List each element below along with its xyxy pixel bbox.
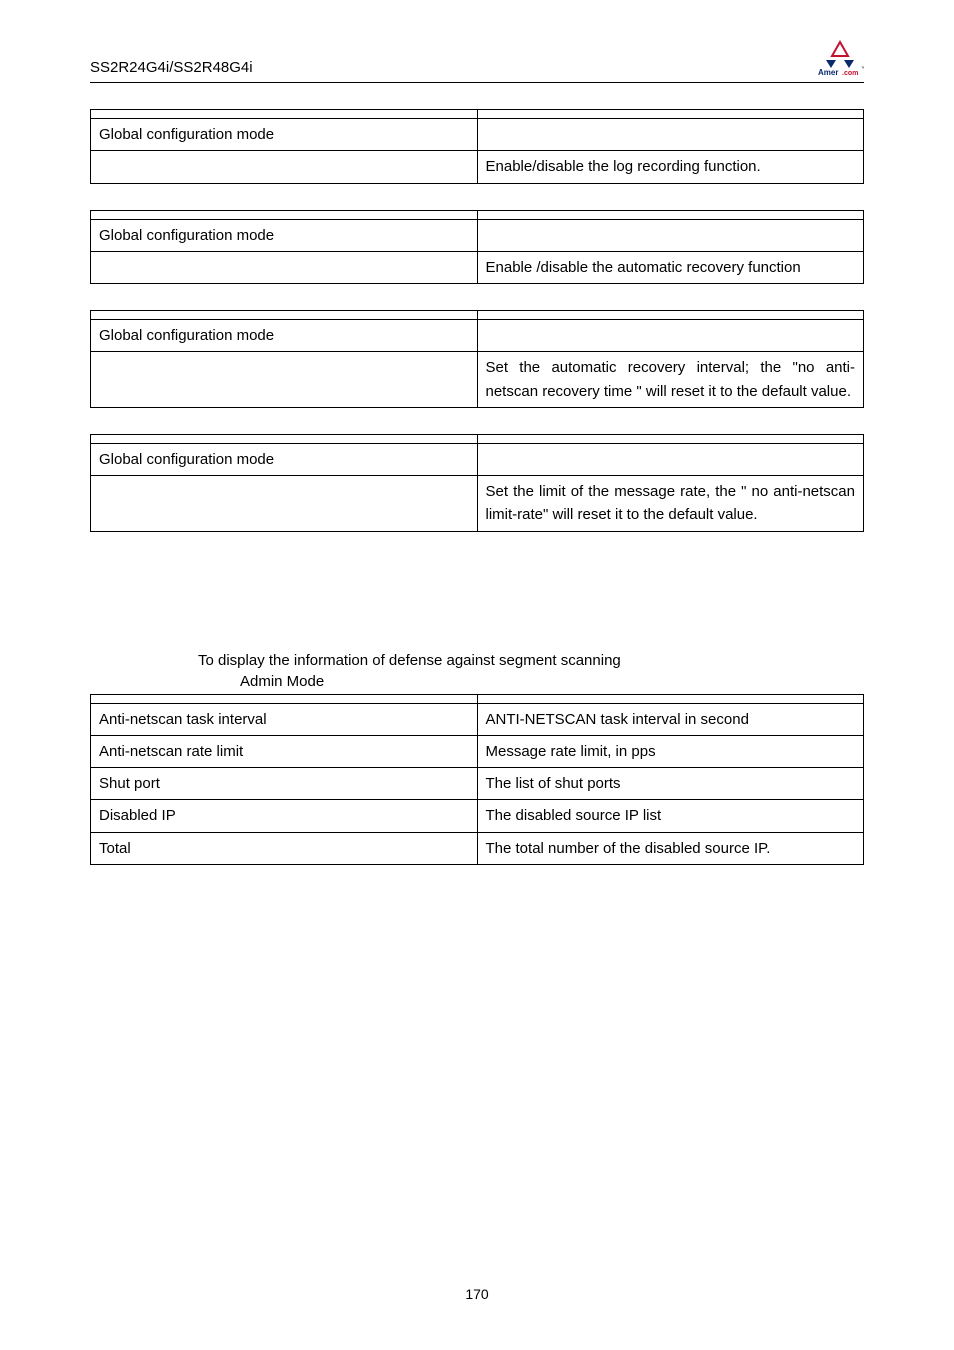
- info-line-1: To display the information of defense ag…: [90, 652, 864, 669]
- cell: [91, 311, 478, 320]
- table-row: [91, 694, 864, 703]
- table-row: [91, 311, 864, 320]
- info-line-2: Admin Mode: [90, 673, 864, 690]
- logo-suffix-text: .com: [842, 70, 858, 76]
- cell: The list of shut ports: [477, 768, 864, 800]
- table-row: Shut port The list of shut ports: [91, 768, 864, 800]
- cell: ANTI-NETSCAN task interval in second: [477, 703, 864, 735]
- info-block: To display the information of defense ag…: [90, 652, 864, 690]
- table-row: Disabled IP The disabled source IP list: [91, 800, 864, 832]
- cell: [477, 210, 864, 219]
- table-row: Enable /disable the automatic recovery f…: [91, 251, 864, 283]
- brand-logo: Amer .com ™: [816, 40, 864, 76]
- cell: [91, 251, 478, 283]
- cell: [91, 210, 478, 219]
- cell: The total number of the disabled source …: [477, 832, 864, 864]
- table-row: Global configuration mode: [91, 443, 864, 475]
- cell: [477, 311, 864, 320]
- cell: Shut port: [91, 768, 478, 800]
- model-text: SS2R24G4i/SS2R48G4i: [90, 59, 253, 76]
- cell: Global configuration mode: [91, 219, 478, 251]
- cell: [91, 352, 478, 408]
- table-row: Anti-netscan task interval ANTI-NETSCAN …: [91, 703, 864, 735]
- table-row: Enable/disable the log recording functio…: [91, 151, 864, 183]
- cell: [477, 110, 864, 119]
- logo-brand-text: Amer: [818, 68, 838, 76]
- cell: Total: [91, 832, 478, 864]
- cell: [477, 119, 864, 151]
- cell: The disabled source IP list: [477, 800, 864, 832]
- cell: [91, 110, 478, 119]
- cell: [91, 476, 478, 532]
- cell: [477, 434, 864, 443]
- cell: [477, 443, 864, 475]
- table-row: Total The total number of the disabled s…: [91, 832, 864, 864]
- table-row: Set the limit of the message rate, the "…: [91, 476, 864, 532]
- table-5: Anti-netscan task interval ANTI-NETSCAN …: [90, 694, 864, 865]
- cell: [91, 151, 478, 183]
- page-header: SS2R24G4i/SS2R48G4i Amer .com ™: [90, 40, 864, 82]
- cell: Set the automatic recovery interval; the…: [477, 352, 864, 408]
- cell: [477, 694, 864, 703]
- cell: Global configuration mode: [91, 320, 478, 352]
- table-4: Global configuration mode Set the limit …: [90, 434, 864, 532]
- table-3: Global configuration mode Set the automa…: [90, 310, 864, 408]
- cell: [91, 434, 478, 443]
- cell: [477, 320, 864, 352]
- cell: Message rate limit, in pps: [477, 735, 864, 767]
- cell: Enable/disable the log recording functio…: [477, 151, 864, 183]
- header-divider: [90, 82, 864, 83]
- cell: Enable /disable the automatic recovery f…: [477, 251, 864, 283]
- table-2: Global configuration mode Enable /disabl…: [90, 210, 864, 285]
- table-1: Global configuration mode Enable/disable…: [90, 109, 864, 184]
- table-row: [91, 110, 864, 119]
- table-row: [91, 434, 864, 443]
- cell: [477, 219, 864, 251]
- cell: Anti-netscan rate limit: [91, 735, 478, 767]
- table-row: Global configuration mode: [91, 219, 864, 251]
- table-row: Set the automatic recovery interval; the…: [91, 352, 864, 408]
- table-row: Anti-netscan rate limit Message rate lim…: [91, 735, 864, 767]
- cell: Global configuration mode: [91, 119, 478, 151]
- page-number: 170: [0, 1286, 954, 1302]
- cell: Set the limit of the message rate, the "…: [477, 476, 864, 532]
- cell: Anti-netscan task interval: [91, 703, 478, 735]
- table-row: [91, 210, 864, 219]
- logo-tm: ™: [861, 66, 864, 72]
- table-row: Global configuration mode: [91, 320, 864, 352]
- cell: [91, 694, 478, 703]
- table-row: Global configuration mode: [91, 119, 864, 151]
- cell: Disabled IP: [91, 800, 478, 832]
- cell: Global configuration mode: [91, 443, 478, 475]
